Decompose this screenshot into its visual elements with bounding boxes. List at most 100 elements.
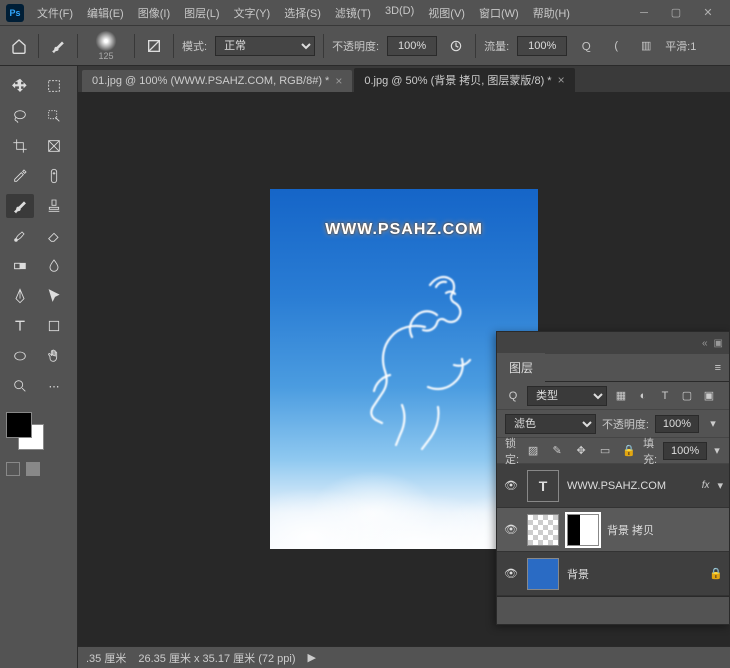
blend-mode-select[interactable]: 正常 (215, 36, 315, 56)
quickmask-icon[interactable] (6, 462, 20, 476)
options-bar: 125 模式: 正常 不透明度: 流量: Ｑ ( ▥ 平滑:1 (0, 26, 730, 66)
collapse-icon[interactable]: « (702, 338, 708, 349)
filter-adjust-icon[interactable]: ◐ (635, 388, 651, 404)
lasso-tool[interactable] (6, 104, 34, 128)
doc-tab-1[interactable]: 01.jpg @ 100% (WWW.PSAHZ.COM, RGB/8#) * … (82, 70, 352, 92)
opacity-input[interactable] (387, 36, 437, 56)
layer-name[interactable]: 背景 拷贝 (607, 522, 723, 538)
close-button[interactable]: ✕ (692, 2, 724, 24)
pen-tool[interactable] (6, 284, 34, 308)
eraser-tool[interactable] (40, 224, 68, 248)
brush-tool[interactable] (6, 194, 34, 218)
edit-toolbar-icon[interactable]: ⋯ (40, 374, 68, 398)
lock-transparent-icon[interactable]: ▨ (525, 443, 541, 459)
eyedropper-tool[interactable] (6, 164, 34, 188)
menu-view[interactable]: 视图(V) (423, 2, 470, 24)
lock-position-icon[interactable]: ✥ (573, 443, 589, 459)
close-panel-icon[interactable]: ▣ (714, 338, 723, 349)
tools-panel: ⋯ (0, 66, 78, 668)
panel-drag-bar[interactable]: «▣ (497, 332, 729, 354)
close-icon[interactable]: × (335, 74, 342, 88)
healing-tool[interactable] (40, 164, 68, 188)
doc-tab-2[interactable]: 0.jpg @ 50% (背景 拷贝, 图层蒙版/8) * × (354, 68, 574, 92)
layer-mask-thumb[interactable] (567, 514, 599, 546)
lock-paint-icon[interactable]: ✎ (549, 443, 565, 459)
blur-tool[interactable] (40, 254, 68, 278)
visibility-icon[interactable]: 👁 (503, 567, 519, 580)
menu-filter[interactable]: 滤镜(T) (330, 2, 376, 24)
fill-input[interactable] (663, 442, 707, 460)
pressure-opacity-icon[interactable] (445, 35, 467, 57)
layer-opacity-input[interactable] (655, 415, 699, 433)
marquee-tool[interactable] (40, 74, 68, 98)
layer-row[interactable]: 👁 背景 拷贝 (497, 508, 729, 552)
fx-badge[interactable]: fx (702, 480, 710, 491)
foreground-color-swatch[interactable] (6, 412, 32, 438)
visibility-icon[interactable]: 👁 (503, 523, 519, 536)
airbrush-icon[interactable]: Ｑ (575, 35, 597, 57)
crop-tool[interactable] (6, 134, 34, 158)
symmetry-icon[interactable]: ▥ (635, 35, 657, 57)
chevron-down-icon[interactable]: ▾ (717, 479, 723, 492)
flow-input[interactable] (517, 36, 567, 56)
stamp-tool[interactable] (40, 194, 68, 218)
chevron-down-icon[interactable]: ▾ (713, 443, 721, 459)
path-select-tool[interactable] (40, 284, 68, 308)
layer-opacity-label: 不透明度: (602, 416, 649, 432)
status-arrow-icon[interactable]: ▶ (308, 651, 316, 664)
layers-tab[interactable]: 图层 (497, 353, 545, 382)
layer-filter-select[interactable]: 类型 (527, 386, 607, 406)
minimize-button[interactable]: ─ (628, 2, 660, 24)
lock-artboard-icon[interactable]: ▭ (597, 443, 613, 459)
menu-window[interactable]: 窗口(W) (474, 2, 524, 24)
maximize-button[interactable]: ▢ (660, 2, 692, 24)
menu-file[interactable]: 文件(F) (32, 2, 78, 24)
home-icon[interactable] (8, 35, 30, 57)
menu-layer[interactable]: 图层(L) (179, 2, 224, 24)
menu-edit[interactable]: 编辑(E) (82, 2, 129, 24)
status-zoom: .35 厘米 (86, 650, 126, 666)
shape-tool[interactable] (40, 314, 68, 338)
gradient-tool[interactable] (6, 254, 34, 278)
visibility-icon[interactable]: 👁 (503, 479, 519, 492)
layer-row[interactable]: 👁 背景 🔒 (497, 552, 729, 596)
watermark-text: WWW.PSAHZ.COM (270, 221, 538, 239)
title-bar: Ps 文件(F) 编辑(E) 图像(I) 图层(L) 文字(Y) 选择(S) 滤… (0, 0, 730, 26)
filter-smart-icon[interactable]: ▣ (701, 388, 717, 404)
menu-select[interactable]: 选择(S) (279, 2, 326, 24)
menu-help[interactable]: 帮助(H) (528, 2, 575, 24)
type-tool[interactable] (6, 314, 34, 338)
layer-thumb (527, 514, 559, 546)
search-icon: Q (505, 388, 521, 404)
menu-type[interactable]: 文字(Y) (229, 2, 276, 24)
lock-all-icon[interactable]: 🔒 (621, 443, 637, 459)
blend-mode-select[interactable]: 滤色 (505, 414, 596, 434)
chevron-down-icon[interactable]: ▾ (705, 416, 721, 432)
quick-select-tool[interactable] (40, 104, 68, 128)
filter-pixel-icon[interactable]: ▦ (613, 388, 629, 404)
hand-tool[interactable] (40, 344, 68, 368)
move-tool[interactable] (6, 74, 34, 98)
menu-3d[interactable]: 3D(D) (380, 2, 419, 24)
lock-label: 锁定: (505, 435, 519, 467)
layer-name[interactable]: 背景 (567, 566, 701, 582)
layer-name[interactable]: WWW.PSAHZ.COM (567, 480, 694, 492)
zoom-tool[interactable] (6, 374, 34, 398)
fill-label: 填充: (643, 435, 657, 467)
brush-panel-icon[interactable] (143, 35, 165, 57)
screenmode-icon[interactable] (26, 462, 40, 476)
frame-tool[interactable] (40, 134, 68, 158)
color-swatches[interactable] (6, 412, 52, 450)
panel-footer (497, 596, 729, 624)
close-icon[interactable]: × (558, 73, 565, 87)
history-brush-tool[interactable] (6, 224, 34, 248)
brush-tool-icon[interactable] (47, 35, 69, 57)
menu-image[interactable]: 图像(I) (133, 2, 175, 24)
ellipse-tool[interactable] (6, 344, 34, 368)
filter-shape-icon[interactable]: ▢ (679, 388, 695, 404)
filter-type-icon[interactable]: T (657, 388, 673, 404)
pressure-size-icon[interactable]: ( (605, 35, 627, 57)
brush-preview[interactable]: 125 (86, 31, 126, 61)
layer-row[interactable]: 👁 T WWW.PSAHZ.COM fx ▾ (497, 464, 729, 508)
panel-menu-icon[interactable]: ≡ (707, 362, 729, 374)
